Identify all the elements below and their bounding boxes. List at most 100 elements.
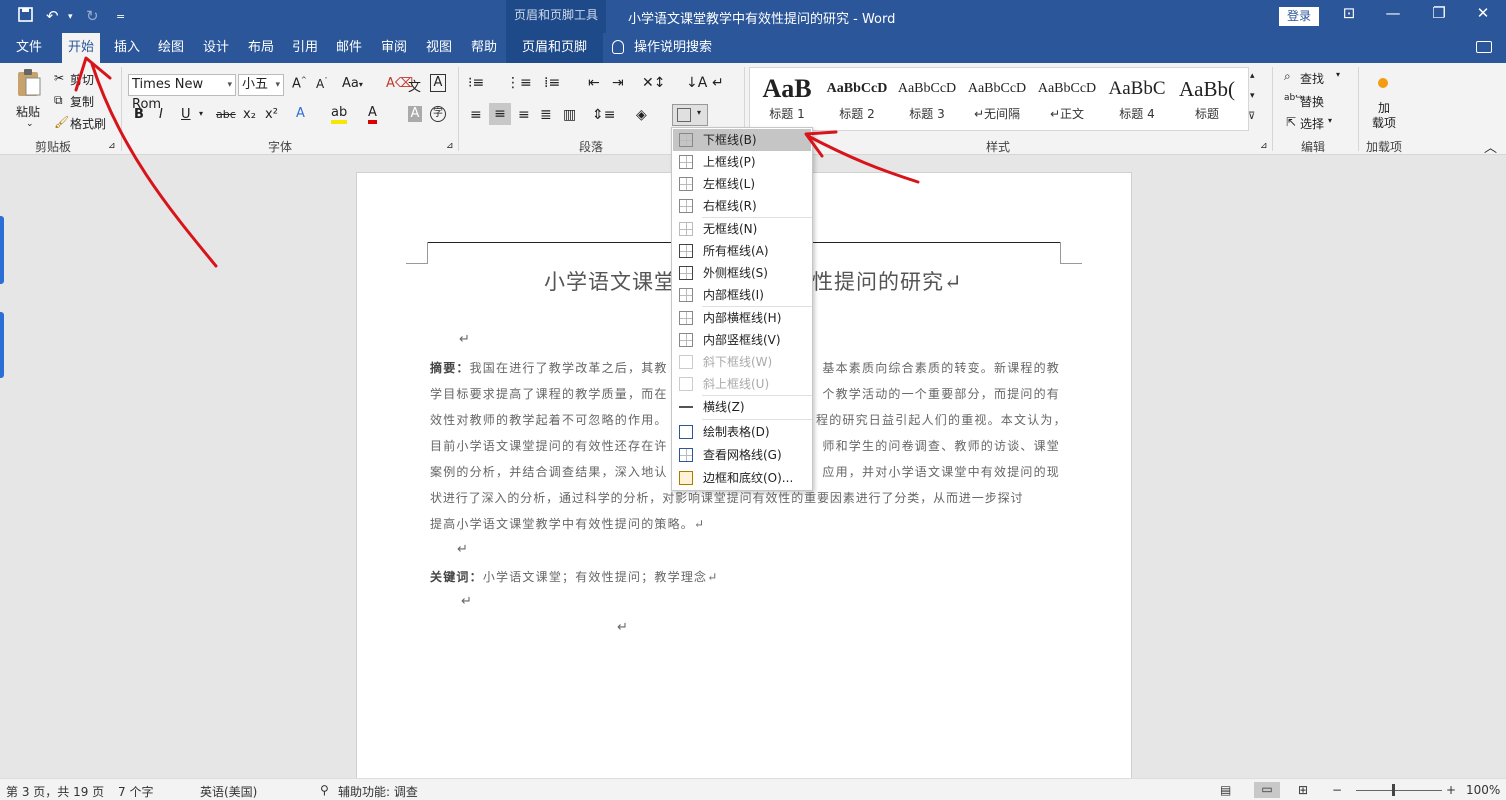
tab-header-footer[interactable]: 页眉和页脚 [506, 33, 604, 63]
login-button[interactable]: 登录 [1279, 7, 1319, 26]
restore-button[interactable]: ❐ [1424, 4, 1454, 22]
align-left-icon[interactable]: ≡ [470, 107, 482, 123]
redo-icon[interactable]: ↻ [86, 7, 99, 25]
bold-button[interactable]: B [134, 107, 144, 122]
menu-item-right-border[interactable]: 右框线(R) [673, 195, 811, 217]
paste-dropdown-icon[interactable]: ⌄ [26, 119, 34, 129]
menu-item-top-border[interactable]: 上框线(P) [673, 151, 811, 173]
shrink-font-icon[interactable]: Aˇ [316, 77, 328, 91]
styles-scroll-up-icon[interactable]: ▴ [1250, 71, 1255, 81]
increase-indent-icon[interactable]: ⇥ [612, 75, 624, 91]
tab-references[interactable]: 引用 [286, 33, 324, 63]
menu-item-outside-borders[interactable]: 外侧框线(S) [673, 262, 811, 284]
menu-item-inside-vertical[interactable]: 内部竖框线(V) [673, 329, 811, 351]
font-size-combo[interactable]: 小五 ▾ [238, 74, 284, 96]
menu-item-borders-and-shading[interactable]: 边框和底纹(O)... [673, 467, 811, 489]
style-heading-4[interactable]: AaBbC 标题 4 [1102, 69, 1172, 129]
accessibility-icon[interactable]: ⚲ [320, 783, 329, 797]
close-button[interactable]: ✕ [1468, 4, 1498, 22]
menu-item-view-gridlines[interactable]: 查看网格线(G) [673, 444, 811, 466]
style-heading-2[interactable]: AaBbCcD 标题 2 [822, 69, 892, 129]
paste-button[interactable]: 粘贴 [16, 103, 40, 120]
zoom-level[interactable]: 100% [1466, 783, 1500, 797]
menu-item-bottom-border[interactable]: 下框线(B) [673, 129, 811, 151]
word-count[interactable]: 7 个字 [118, 783, 153, 800]
tab-design[interactable]: 设计 [197, 33, 235, 63]
chevron-down-icon[interactable]: ▾ [1336, 70, 1340, 79]
style-no-spacing[interactable]: AaBbCcD ↵无间隔 [962, 69, 1032, 129]
tab-file[interactable]: 文件 [10, 33, 48, 63]
zoom-slider[interactable] [1356, 790, 1442, 791]
align-center-icon[interactable]: ≡ [489, 103, 511, 125]
page-count[interactable]: 第 3 页，共 19 页 [6, 783, 104, 800]
zoom-slider-thumb[interactable] [1392, 784, 1395, 796]
minimize-button[interactable]: — [1378, 4, 1408, 22]
tab-draw[interactable]: 绘图 [152, 33, 190, 63]
tab-help[interactable]: 帮助 [465, 33, 503, 63]
select-button[interactable]: 选择 [1300, 115, 1324, 132]
cut-button[interactable]: 剪切 [70, 71, 94, 88]
customize-quick-access-button[interactable]: = [116, 10, 125, 23]
zoom-in-button[interactable]: + [1446, 783, 1456, 797]
zoom-out-button[interactable]: − [1332, 783, 1342, 797]
line-spacing-icon[interactable]: ⇕≡ [592, 107, 615, 123]
sort-icon[interactable]: ↓A [686, 75, 707, 91]
side-panel-tab[interactable] [0, 216, 4, 284]
find-icon[interactable]: ⌕ [1284, 69, 1291, 84]
underline-dropdown-icon[interactable]: ▾ [199, 109, 203, 118]
style-heading-3[interactable]: AaBbCcD 标题 3 [892, 69, 962, 129]
web-layout-icon[interactable]: ⊞ [1298, 783, 1308, 797]
format-painter-icon[interactable]: 🖌 [54, 115, 69, 129]
menu-item-left-border[interactable]: 左框线(L) [673, 173, 811, 195]
styles-launcher-icon[interactable]: ⊿ [1260, 141, 1268, 151]
language-indicator[interactable]: 英语(美国) [200, 783, 257, 800]
style-normal[interactable]: AaBbCcD ↵正文 [1032, 69, 1102, 129]
font-color-button[interactable]: A [368, 106, 377, 124]
italic-button[interactable]: I [159, 107, 163, 122]
copy-icon[interactable]: ⧉ [54, 93, 63, 108]
text-effects-icon[interactable]: A [296, 106, 305, 121]
justify-icon[interactable]: ≣ [540, 107, 552, 123]
select-icon[interactable]: ⇱ [1286, 115, 1296, 129]
decrease-indent-icon[interactable]: ⇤ [588, 75, 600, 91]
undo-dropdown-icon[interactable]: ▾ [68, 12, 73, 22]
borders-button[interactable]: ▾ [672, 104, 708, 126]
character-shading-button[interactable]: A [408, 106, 422, 122]
copy-button[interactable]: 复制 [70, 93, 94, 110]
styles-more-icon[interactable]: ⊽ [1248, 111, 1255, 122]
menu-item-inside-borders[interactable]: 内部框线(I) [673, 284, 811, 306]
underline-button[interactable]: U [181, 107, 191, 122]
find-button[interactable]: 查找 [1300, 70, 1324, 87]
font-launcher-icon[interactable]: ⊿ [446, 141, 454, 151]
tab-review[interactable]: 审阅 [375, 33, 413, 63]
clipboard-launcher-icon[interactable]: ⊿ [108, 141, 116, 151]
cut-icon[interactable]: ✂ [54, 71, 64, 85]
multilevel-list-icon[interactable]: ⁞≡ [544, 75, 560, 91]
superscript-button[interactable]: x² [265, 107, 278, 122]
numbering-icon[interactable]: ⋮≡ [506, 75, 532, 91]
menu-item-inside-horizontal[interactable]: 内部横框线(H) [673, 307, 811, 329]
replace-button[interactable]: 替换 [1300, 93, 1324, 110]
addins-icon[interactable] [1378, 78, 1388, 88]
tab-home[interactable]: 开始 [62, 33, 101, 63]
show-marks-icon[interactable]: ↵ [712, 75, 724, 91]
highlight-color-icon[interactable]: ab [331, 106, 348, 124]
styles-scroll-down-icon[interactable]: ▾ [1250, 91, 1255, 101]
align-right-icon[interactable]: ≡ [518, 107, 530, 123]
style-heading-1[interactable]: AaB 标题 1 [752, 69, 822, 129]
accessibility-status[interactable]: 辅助功能: 调查 [338, 783, 418, 800]
format-painter-button[interactable]: 格式刷 [70, 115, 106, 132]
menu-item-draw-table[interactable]: 绘制表格(D) [673, 421, 811, 443]
shading-icon[interactable]: ◈ [636, 107, 647, 123]
subscript-button[interactable]: x₂ [243, 107, 256, 122]
menu-item-all-borders[interactable]: 所有框线(A) [673, 240, 811, 262]
chinese-layout-icon[interactable]: ✕↕ [642, 75, 665, 91]
tell-me-search[interactable]: 操作说明搜索 [612, 33, 712, 63]
menu-item-diagonal-down[interactable]: 斜下框线(W) [673, 351, 811, 373]
ribbon-display-options-icon[interactable]: ⊡ [1334, 4, 1364, 22]
tab-insert[interactable]: 插入 [108, 33, 146, 63]
comments-icon[interactable] [1476, 41, 1492, 53]
distributed-icon[interactable]: ▥ [563, 107, 576, 123]
menu-item-no-border[interactable]: 无框线(N) [673, 218, 811, 240]
phonetic-guide-icon[interactable]: 文 [408, 76, 421, 95]
